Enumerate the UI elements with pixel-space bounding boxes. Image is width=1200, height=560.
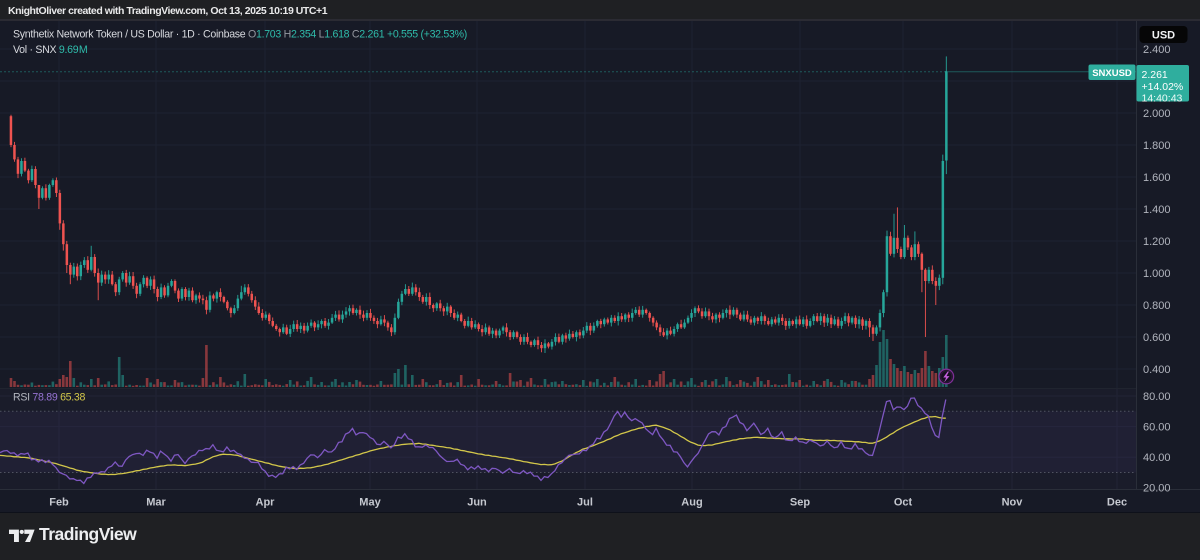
svg-text:60.00: 60.00 bbox=[1143, 422, 1171, 434]
svg-text:2.400: 2.400 bbox=[1143, 44, 1171, 56]
svg-text:Sep: Sep bbox=[790, 497, 810, 509]
svg-text:0.400: 0.400 bbox=[1143, 364, 1171, 376]
svg-text:0.600: 0.600 bbox=[1143, 332, 1171, 344]
svg-text:SNXUSD: SNXUSD bbox=[1092, 68, 1132, 79]
svg-text:20.00: 20.00 bbox=[1143, 483, 1171, 495]
svg-text:Dec: Dec bbox=[1107, 497, 1127, 509]
svg-text:1.000: 1.000 bbox=[1143, 268, 1171, 280]
svg-text:Nov: Nov bbox=[1002, 497, 1024, 509]
svg-text:Jun: Jun bbox=[467, 497, 487, 509]
svg-text:1.600: 1.600 bbox=[1143, 172, 1171, 184]
svg-text:Feb: Feb bbox=[49, 497, 69, 509]
svg-text:0.800: 0.800 bbox=[1143, 300, 1171, 312]
svg-text:1.800: 1.800 bbox=[1143, 140, 1171, 152]
svg-text:May: May bbox=[359, 497, 381, 509]
svg-text:Vol · SNX 9.69 M: Vol · SNX 9.69 M bbox=[13, 44, 87, 56]
svg-text:+14.02%: +14.02% bbox=[1142, 81, 1184, 93]
svg-text:TradingView: TradingView bbox=[39, 524, 137, 544]
svg-text:1.400: 1.400 bbox=[1143, 204, 1171, 216]
svg-text:14:40:43: 14:40:43 bbox=[1142, 93, 1183, 105]
svg-text:Mar: Mar bbox=[146, 497, 166, 509]
svg-text:Apr: Apr bbox=[256, 497, 276, 509]
svg-text:2.261: 2.261 bbox=[1142, 69, 1168, 81]
svg-text:Jul: Jul bbox=[577, 497, 593, 509]
svg-text:USD: USD bbox=[1152, 29, 1175, 41]
svg-text:80.00: 80.00 bbox=[1143, 391, 1171, 403]
svg-text:Aug: Aug bbox=[681, 497, 702, 509]
svg-text:1.200: 1.200 bbox=[1143, 236, 1171, 248]
svg-text:RSI 78.89 65.38: RSI 78.89 65.38 bbox=[13, 392, 85, 404]
svg-text:40.00: 40.00 bbox=[1143, 452, 1171, 464]
svg-text:Synthetix Network Token / US D: Synthetix Network Token / US Dollar · 1D… bbox=[13, 28, 467, 40]
svg-text:2.000: 2.000 bbox=[1143, 108, 1171, 120]
svg-text:Oct: Oct bbox=[894, 497, 913, 509]
